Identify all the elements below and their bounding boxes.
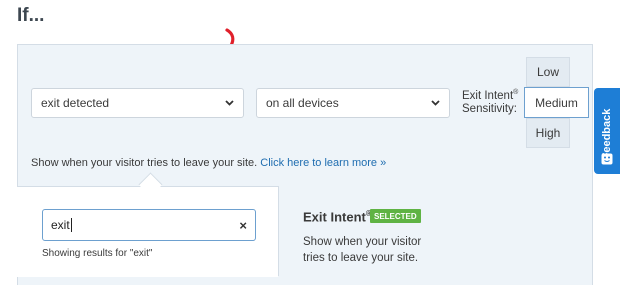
option-title-text: Exit Intent xyxy=(303,209,366,225)
option-title: Exit Intent® xyxy=(303,209,372,224)
trigger-select-value: exit detected xyxy=(41,96,110,110)
sensitivity-option-low[interactable]: Low xyxy=(526,57,570,87)
search-input[interactable]: exit × xyxy=(42,209,256,241)
sensitivity-label-title: Exit Intent xyxy=(462,89,514,102)
smiley-icon xyxy=(601,152,613,170)
chevron-down-icon xyxy=(430,98,440,108)
hint-text: Show when your visitor tries to leave yo… xyxy=(31,157,386,169)
close-icon[interactable]: × xyxy=(239,218,247,233)
text-cursor xyxy=(70,218,72,232)
registered-mark: ® xyxy=(513,89,519,96)
sensitivity-option-high[interactable]: High xyxy=(526,118,570,148)
option-description: Show when your visitor tries to leave yo… xyxy=(303,236,422,264)
sensitivity-label-suffix: Sensitivity: xyxy=(462,102,517,115)
learn-more-link[interactable]: Click here to learn more » xyxy=(260,157,386,169)
chevron-down-icon xyxy=(224,98,234,108)
feedback-tab[interactable]: Feedback xyxy=(594,88,620,174)
sensitivity-label: Exit Intent® Sensitivity: xyxy=(462,86,522,116)
page-title: If... xyxy=(17,5,45,26)
trigger-select[interactable]: exit detected xyxy=(31,88,244,118)
device-select[interactable]: on all devices xyxy=(256,88,450,118)
selected-badge: SELECTED xyxy=(370,209,421,223)
hint-description: Show when your visitor tries to leave yo… xyxy=(31,157,258,169)
search-results-text: Showing results for "exit" xyxy=(42,248,153,259)
search-input-value: exit xyxy=(51,218,70,232)
sensitivity-option-medium[interactable]: Medium xyxy=(524,87,589,118)
device-select-value: on all devices xyxy=(266,96,339,110)
